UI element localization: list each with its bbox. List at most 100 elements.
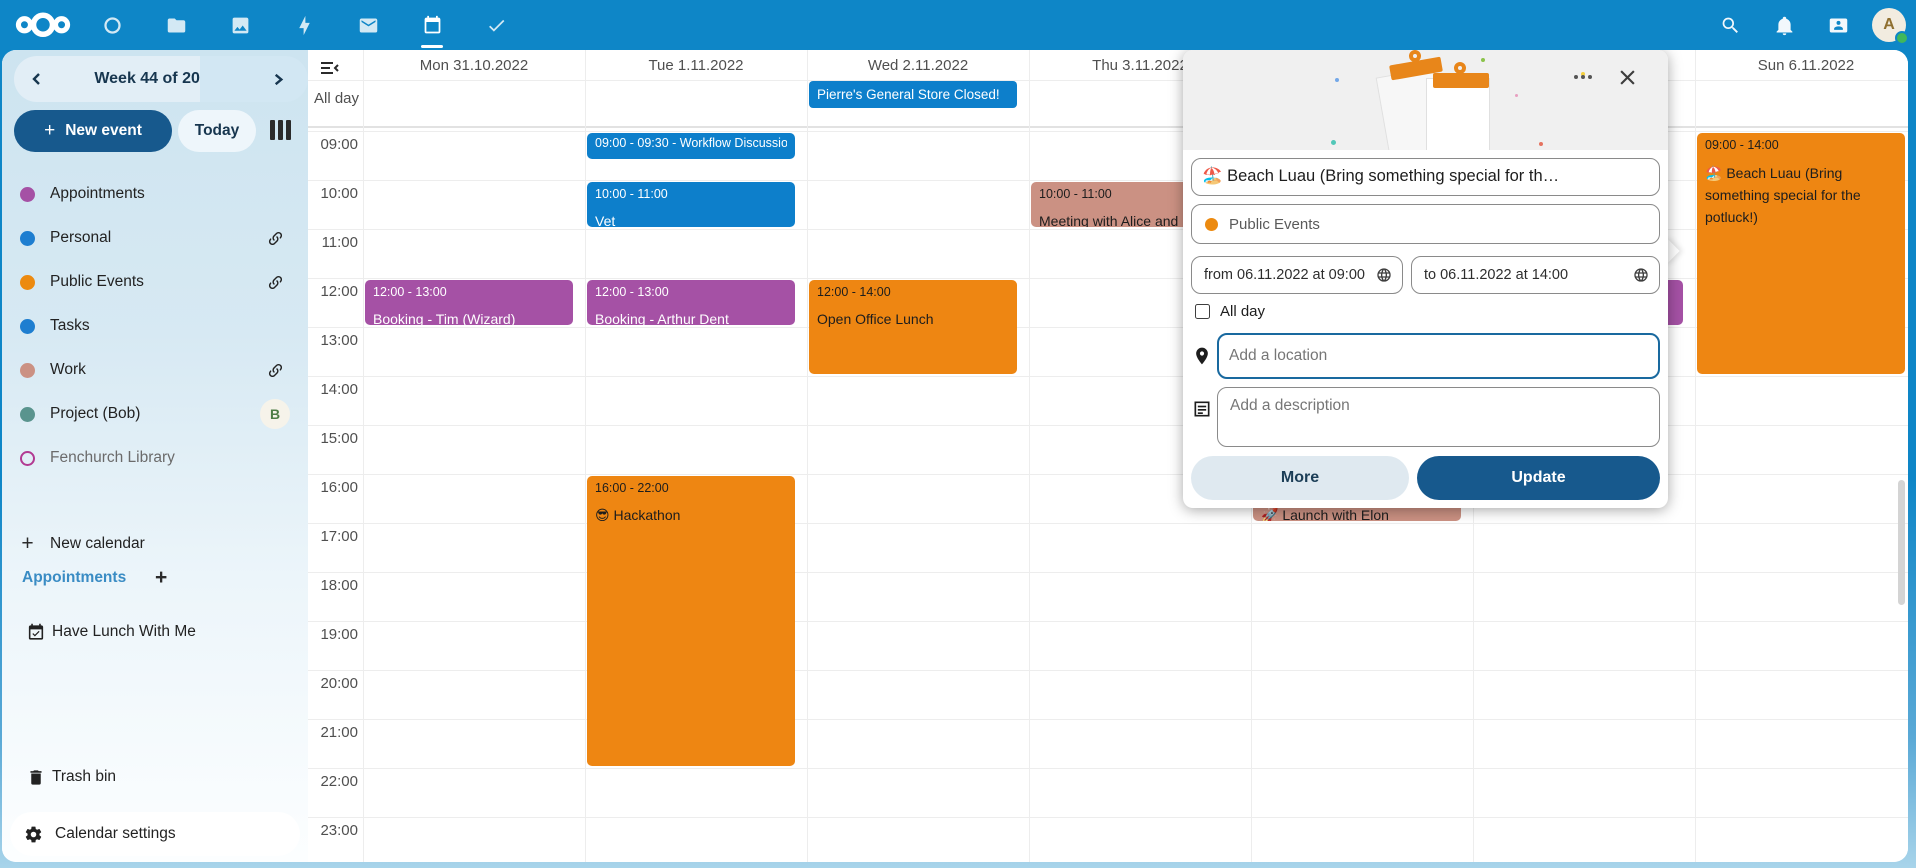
close-icon[interactable]	[1612, 62, 1642, 92]
calendar-event[interactable]: 12:00 - 14:00Open Office Lunch	[809, 280, 1017, 374]
popup-illustration	[1183, 50, 1668, 150]
calendar-color-dot	[1205, 218, 1218, 231]
allday-label: All day	[314, 90, 359, 107]
hour-label: 14:00	[308, 381, 358, 398]
nextcloud-logo[interactable]	[14, 10, 72, 40]
appointment-item[interactable]: Have Lunch With Me	[2, 610, 308, 654]
sidebar-calendar-project-bob-[interactable]: Project (Bob)B	[2, 392, 308, 436]
app-dashboard-icon[interactable]	[90, 0, 134, 50]
allday-checkbox-label: All day	[1220, 303, 1265, 320]
calendar-event[interactable]: 12:00 - 13:00Booking - Arthur Dent	[587, 280, 795, 325]
hour-label: 13:00	[308, 332, 358, 349]
calendar-event[interactable]: 12:00 - 13:00Booking - Tim (Wizard)	[365, 280, 573, 325]
calendar-color-dot	[20, 231, 35, 246]
allday-event[interactable]: Pierre's General Store Closed!	[809, 81, 1017, 108]
calendar-settings-button[interactable]: Calendar settings	[10, 812, 300, 856]
sidebar-toggle-button[interactable]	[200, 56, 308, 102]
description-input[interactable]	[1217, 387, 1660, 447]
calendar-picker[interactable]: Public Events	[1191, 204, 1660, 244]
calendar-color-dot	[20, 275, 35, 290]
event-title-input[interactable]: 🏖️ Beach Luau (Bring something special f…	[1191, 158, 1660, 196]
day-header[interactable]: Sun 6.11.2022	[1695, 50, 1908, 80]
avatar-letter: A	[1883, 16, 1895, 34]
update-button[interactable]: Update	[1417, 456, 1660, 500]
scrollbar-thumb[interactable]	[1898, 480, 1905, 605]
calendar-event[interactable]: 09:00 - 14:00 🏖️ Beach Luau (Bring someth…	[1697, 133, 1905, 374]
app-mail-icon[interactable]	[346, 0, 390, 50]
timezone-globe-icon[interactable]	[1376, 267, 1402, 283]
app-files-icon[interactable]	[154, 0, 198, 50]
calendar-event[interactable]: 16:00 - 22:00 😎 Hackathon	[587, 476, 795, 766]
notifications-bell-icon[interactable]	[1764, 5, 1804, 45]
calendar-color-dot	[20, 407, 35, 422]
calendar-event[interactable]: 09:00 - 09:30 - Workflow Discussion	[587, 133, 795, 159]
new-event-button[interactable]: +New event	[14, 110, 172, 152]
plus-icon: +	[44, 120, 55, 142]
hour-label: 11:00	[308, 234, 358, 251]
allday-checkbox[interactable]	[1195, 304, 1210, 319]
app-tasks-icon[interactable]	[474, 0, 518, 50]
appointments-section-header: Appointments +	[22, 567, 288, 588]
top-bar: A	[0, 0, 1916, 50]
calendar-name: Fenchurch Library	[50, 449, 290, 467]
more-options-icon[interactable]	[1568, 62, 1598, 92]
collapse-weekends-icon[interactable]	[320, 60, 340, 76]
event-time: 10:00 - 11:00	[595, 187, 787, 206]
trash-icon	[20, 768, 52, 787]
new-calendar-button[interactable]: + New calendar	[2, 522, 308, 566]
sidebar-calendar-public-events[interactable]: Public Events	[2, 260, 308, 304]
hour-label: 18:00	[308, 577, 358, 594]
section-title: Appointments	[22, 569, 155, 587]
sidebar-calendar-tasks[interactable]: Tasks	[2, 304, 308, 348]
add-appointment-config-button[interactable]: +	[155, 567, 288, 588]
calendar-picker-value: Public Events	[1229, 216, 1320, 233]
day-header[interactable]: Tue 1.11.2022	[585, 50, 807, 80]
allday-checkbox-row[interactable]: All day	[1195, 303, 1265, 320]
contacts-icon[interactable]	[1818, 5, 1858, 45]
hour-label: 19:00	[308, 626, 358, 643]
sidebar-calendar-personal[interactable]: Personal	[2, 216, 308, 260]
hour-label: 21:00	[308, 724, 358, 741]
location-pin-icon	[1192, 346, 1212, 366]
trash-bin-button[interactable]: Trash bin	[2, 755, 308, 799]
end-datetime-field[interactable]: to 06.11.2022 at 14:00	[1411, 256, 1660, 294]
hour-label: 10:00	[308, 185, 358, 202]
event-title: 😎 Hackathon	[595, 505, 787, 526]
share-link-icon[interactable]	[260, 223, 290, 253]
share-link-icon[interactable]	[260, 267, 290, 297]
view-columns-icon[interactable]	[270, 120, 296, 142]
event-title: 🏖️ Beach Luau (Bring something special f…	[1705, 162, 1897, 228]
gear-icon	[24, 825, 55, 844]
calendar-color-dot	[20, 187, 35, 202]
event-editor-popup: 🏖️ Beach Luau (Bring something special f…	[1183, 50, 1668, 508]
day-header[interactable]: Mon 31.10.2022	[363, 50, 585, 80]
share-link-icon[interactable]	[260, 355, 290, 385]
today-button[interactable]: Today	[178, 110, 256, 152]
app-activity-icon[interactable]	[282, 0, 326, 50]
avatar[interactable]: A	[1872, 8, 1906, 42]
location-input[interactable]	[1217, 333, 1660, 379]
calendar-name: Appointments	[50, 185, 290, 203]
sidebar-calendar-fenchurch-library[interactable]: Fenchurch Library	[2, 436, 308, 480]
calendar-check-icon	[20, 623, 52, 642]
search-icon[interactable]	[1710, 5, 1750, 45]
day-header[interactable]: Wed 2.11.2022	[807, 50, 1029, 80]
shared-by-badge: B	[260, 399, 290, 429]
app-navigation	[90, 0, 518, 50]
event-time: 16:00 - 22:00	[595, 481, 787, 500]
calendar-name: Work	[50, 361, 260, 379]
more-button[interactable]: More	[1191, 456, 1409, 500]
sidebar-calendar-appointments[interactable]: Appointments	[2, 172, 308, 216]
calendar-color-dot	[20, 319, 35, 334]
app-calendar-icon[interactable]	[410, 0, 454, 50]
event-title: Booking - Tim (Wizard)	[373, 309, 565, 325]
calendar-grid: All day 09:0010:0011:0012:0013:0014:0015…	[308, 50, 1908, 862]
event-time: 09:00 - 14:00	[1705, 138, 1897, 157]
calendar-name: Public Events	[50, 273, 260, 291]
sidebar-calendar-work[interactable]: Work	[2, 348, 308, 392]
calendar-event[interactable]: 10:00 - 11:00Vet	[587, 182, 795, 227]
timezone-globe-icon[interactable]	[1633, 267, 1659, 283]
app-photos-icon[interactable]	[218, 0, 262, 50]
calendar-list: Appointments Personal Public Events Tasks Wo…	[2, 172, 308, 480]
start-datetime-field[interactable]: from 06.11.2022 at 09:00	[1191, 256, 1403, 294]
